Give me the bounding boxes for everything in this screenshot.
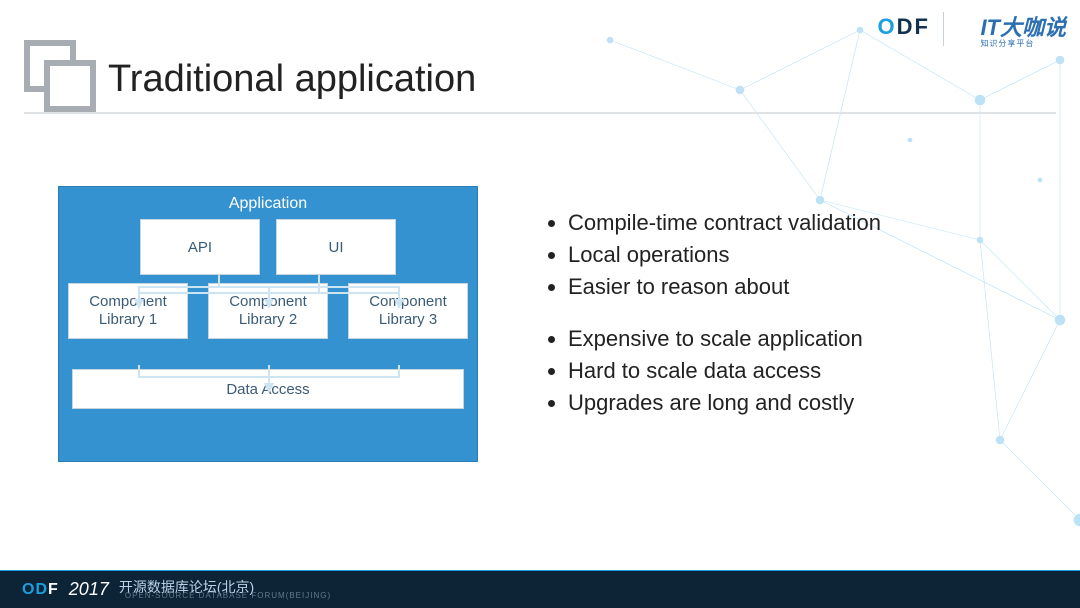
diagram-box-data: Data Access <box>72 369 464 409</box>
footer-title-wrap: 开源数据库论坛(北京) OPEN-SOURCE DATABASE FORUM(B… <box>119 580 331 600</box>
footer-year: 2017 <box>69 579 109 600</box>
slide-title: Traditional application <box>108 58 476 101</box>
diagram-mid-row: Component Library 1 Component Library 2 … <box>65 283 471 339</box>
title-area: Traditional application <box>24 40 476 110</box>
bullet-group-2: Expensive to scale application Hard to s… <box>540 326 1040 416</box>
diagram-box-api: API <box>140 219 260 275</box>
odf-logo-top: ODF <box>878 14 930 40</box>
bullet-item: Easier to reason about <box>568 274 1040 300</box>
diagram-box-comp2: Component Library 2 <box>208 283 328 339</box>
logo-separator <box>943 12 944 46</box>
diagram-box-ui: UI <box>276 219 396 275</box>
diagram-box-comp1: Component Library 1 <box>68 283 188 339</box>
bullet-item: Hard to scale data access <box>568 358 1040 384</box>
footer-bar: ODF 2017 开源数据库论坛(北京) OPEN-SOURCE DATABAS… <box>0 570 1080 608</box>
bullet-item: Expensive to scale application <box>568 326 1040 352</box>
bullet-item: Upgrades are long and costly <box>568 390 1040 416</box>
footer-title-en: OPEN-SOURCE DATABASE FORUM(BEIJING) <box>125 592 331 600</box>
frame-icon <box>24 40 94 110</box>
itdakashuo-text: IT大咖说 <box>980 15 1066 40</box>
title-underline <box>24 112 1056 114</box>
diagram-container-label: Application <box>65 193 471 219</box>
bullet-list: Compile-time contract validation Local o… <box>540 210 1040 442</box>
slide: ODF IT大咖说 知识分享平台 Traditional application… <box>0 0 1080 608</box>
diagram-box-comp3: Component Library 3 <box>348 283 468 339</box>
bullet-item: Compile-time contract validation <box>568 210 1040 236</box>
diagram-top-row: API UI <box>65 219 471 275</box>
bullet-item: Local operations <box>568 242 1040 268</box>
bullet-group-1: Compile-time contract validation Local o… <box>540 210 1040 300</box>
architecture-diagram: Application API UI <box>58 186 478 462</box>
footer-odf-logo: ODF <box>22 581 59 599</box>
itdakashuo-logo: IT大咖说 知识分享平台 <box>980 10 1066 49</box>
